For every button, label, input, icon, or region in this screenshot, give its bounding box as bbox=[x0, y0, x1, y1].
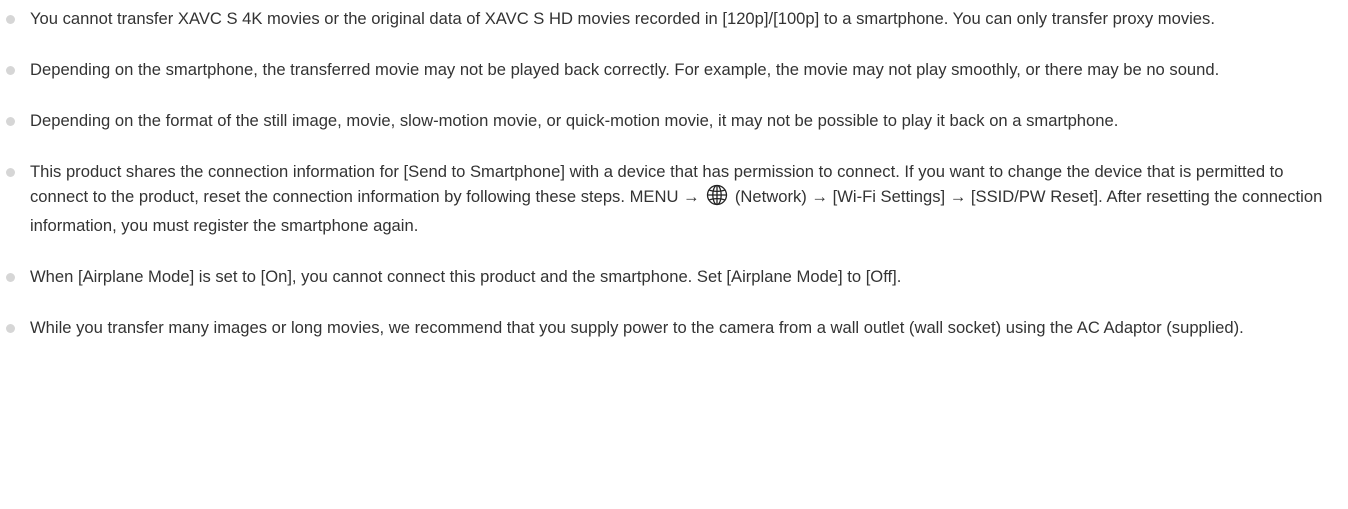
bullet-icon bbox=[6, 15, 15, 24]
bullet-icon bbox=[6, 66, 15, 75]
note-text: While you transfer many images or long m… bbox=[30, 318, 1244, 337]
bullet-icon bbox=[6, 324, 15, 333]
note-item: While you transfer many images or long m… bbox=[0, 315, 1340, 340]
note-item: Depending on the smartphone, the transfe… bbox=[0, 57, 1340, 82]
note-item: Depending on the format of the still ima… bbox=[0, 108, 1340, 133]
note-item: This product shares the connection infor… bbox=[0, 159, 1340, 238]
note-item: You cannot transfer XAVC S 4K movies or … bbox=[0, 6, 1340, 31]
note-text: Depending on the smartphone, the transfe… bbox=[30, 60, 1220, 79]
bullet-icon bbox=[6, 117, 15, 126]
note-text: Depending on the format of the still ima… bbox=[30, 111, 1119, 130]
network-globe-icon bbox=[706, 184, 728, 213]
bullet-icon bbox=[6, 273, 15, 282]
note-text: When [Airplane Mode] is set to [On], you… bbox=[30, 267, 902, 286]
bullet-icon bbox=[6, 168, 15, 177]
note-item: When [Airplane Mode] is set to [On], you… bbox=[0, 264, 1340, 289]
notes-list: You cannot transfer XAVC S 4K movies or … bbox=[0, 6, 1340, 366]
note-text: You cannot transfer XAVC S 4K movies or … bbox=[30, 9, 1215, 28]
